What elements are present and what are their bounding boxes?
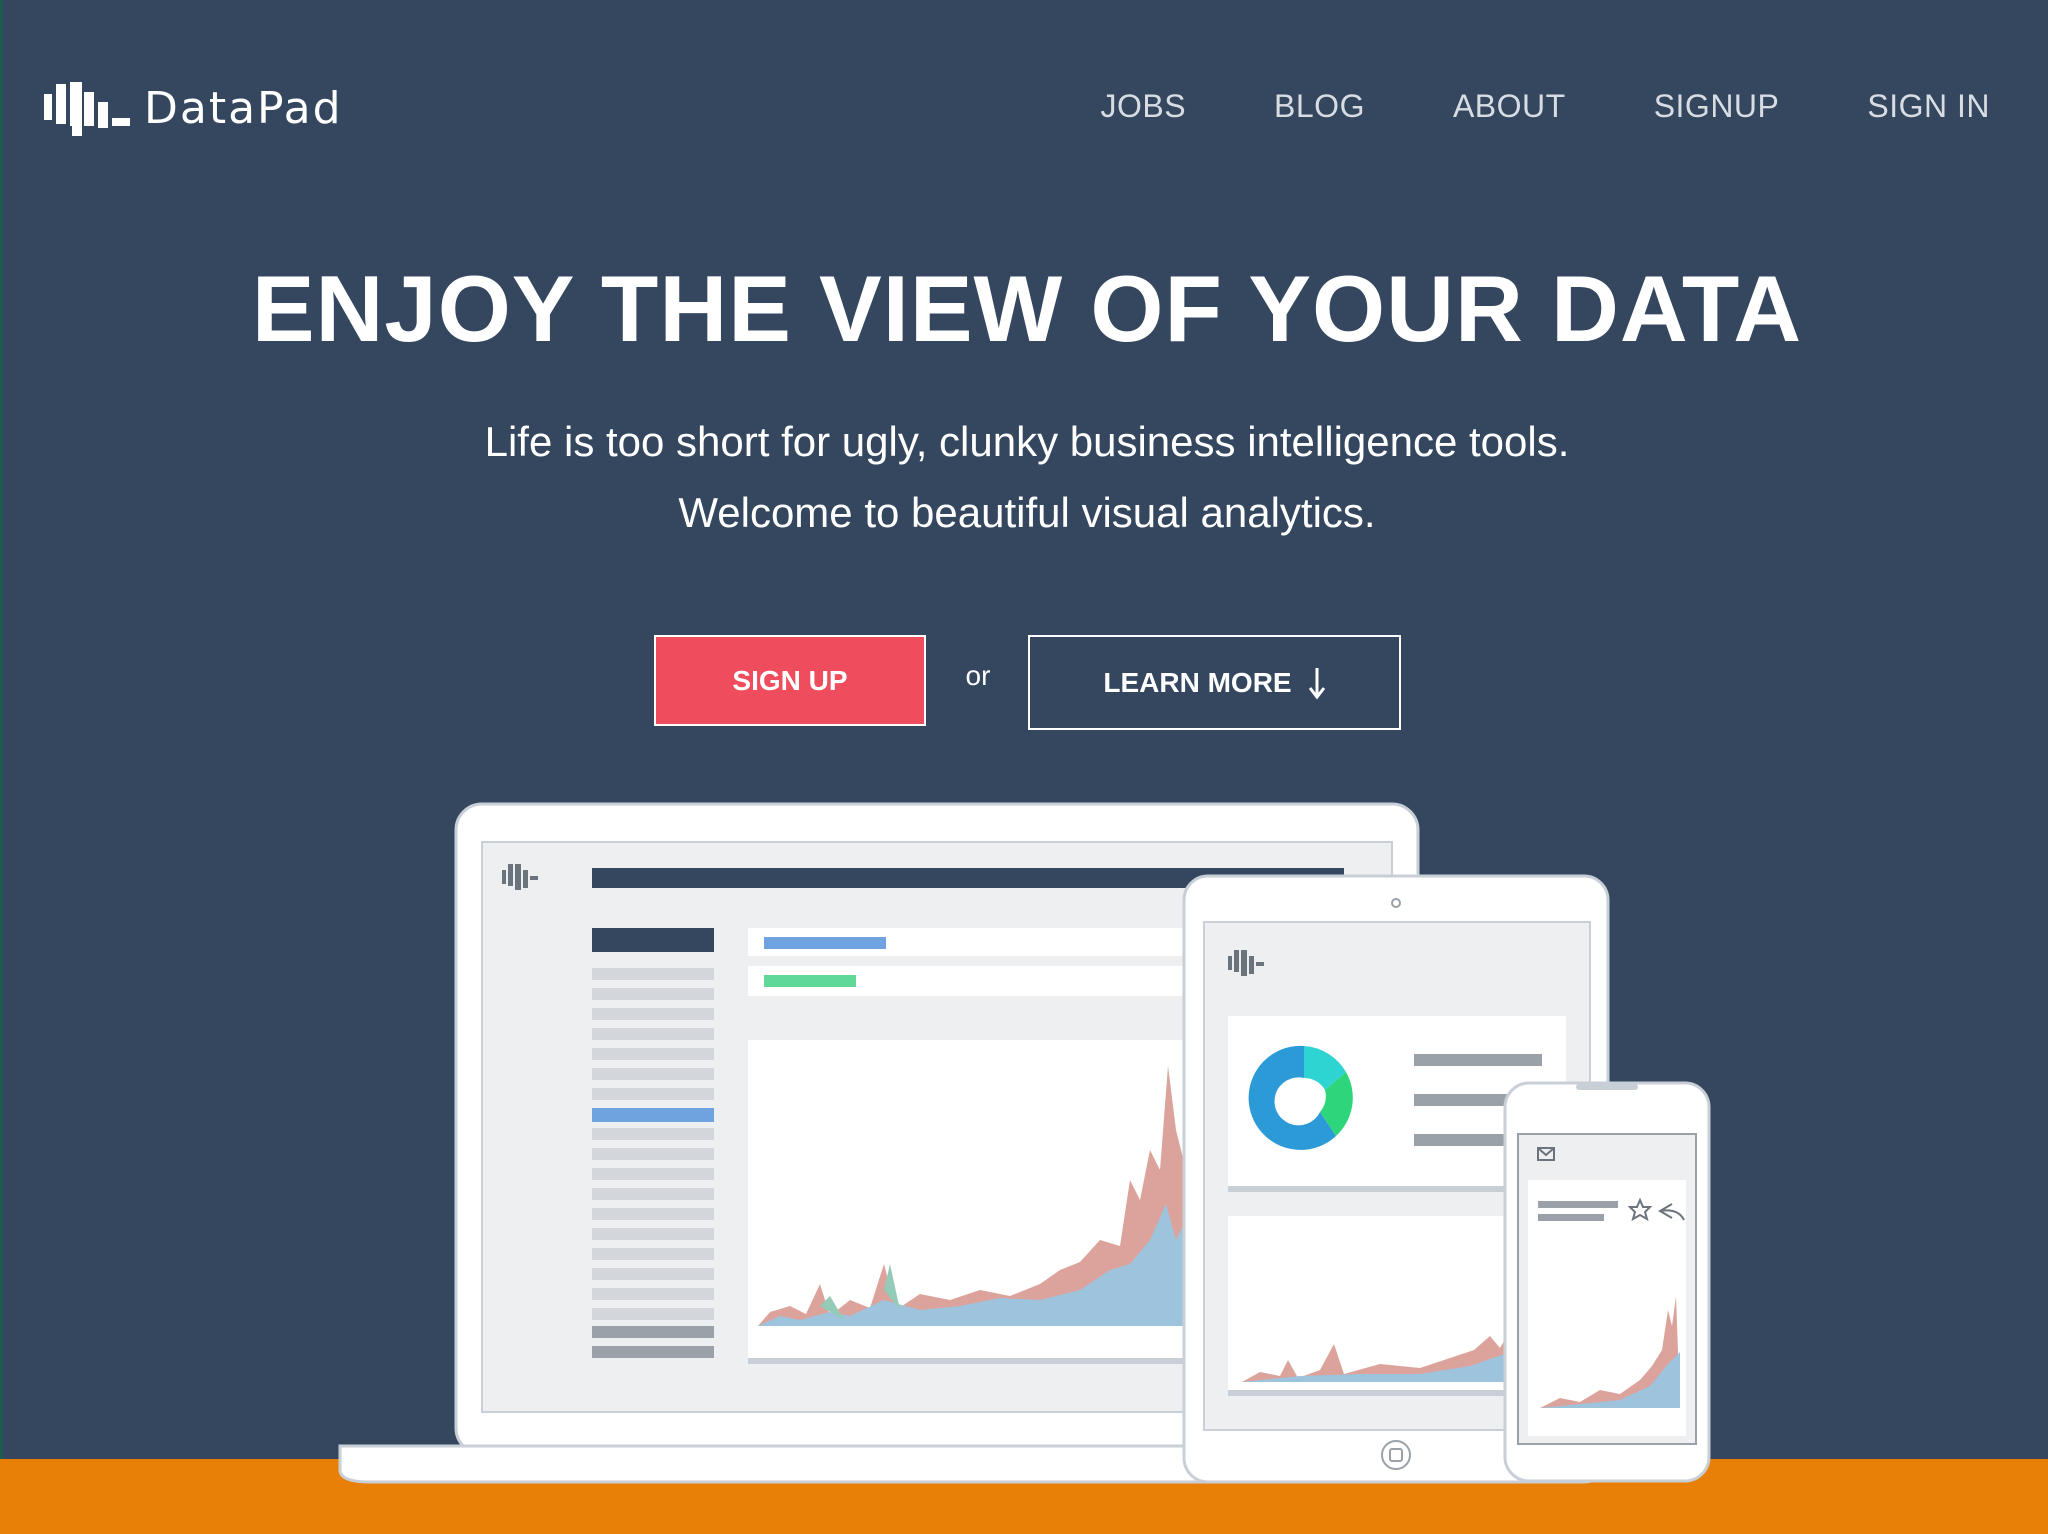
datapad-logo-icon: [44, 82, 130, 136]
hero-section: DataPad JOBS BLOG ABOUT SIGNUP SIGN IN E…: [0, 0, 2048, 1459]
nav-jobs[interactable]: JOBS: [1100, 88, 1186, 125]
sign-up-label: SIGN UP: [732, 664, 848, 696]
page-title: ENJOY THE VIEW OF YOUR DATA: [251, 256, 1803, 361]
nav-sign-in[interactable]: SIGN IN: [1867, 88, 1990, 125]
brand-logo[interactable]: DataPad: [44, 80, 343, 136]
hero-subline-2: Welcome to beautiful visual analytics.: [678, 489, 1376, 536]
arrow-down-icon: [1308, 667, 1325, 699]
nav-blog[interactable]: BLOG: [1274, 88, 1365, 125]
hero-subline-1: Life is too short for ugly, clunky busin…: [484, 418, 1570, 465]
sign-up-button[interactable]: SIGN UP: [654, 635, 926, 726]
ground-strip: [0, 1459, 2048, 1534]
brand-name: DataPad: [144, 82, 343, 134]
nav-signup[interactable]: SIGNUP: [1654, 88, 1780, 125]
learn-more-button[interactable]: LEARN MORE: [1028, 635, 1401, 730]
or-separator: or: [965, 660, 991, 691]
nav-about[interactable]: ABOUT: [1453, 88, 1566, 125]
learn-more-label: LEARN MORE: [1103, 666, 1292, 698]
top-nav: JOBS BLOG ABOUT SIGNUP SIGN IN: [1012, 88, 1990, 125]
